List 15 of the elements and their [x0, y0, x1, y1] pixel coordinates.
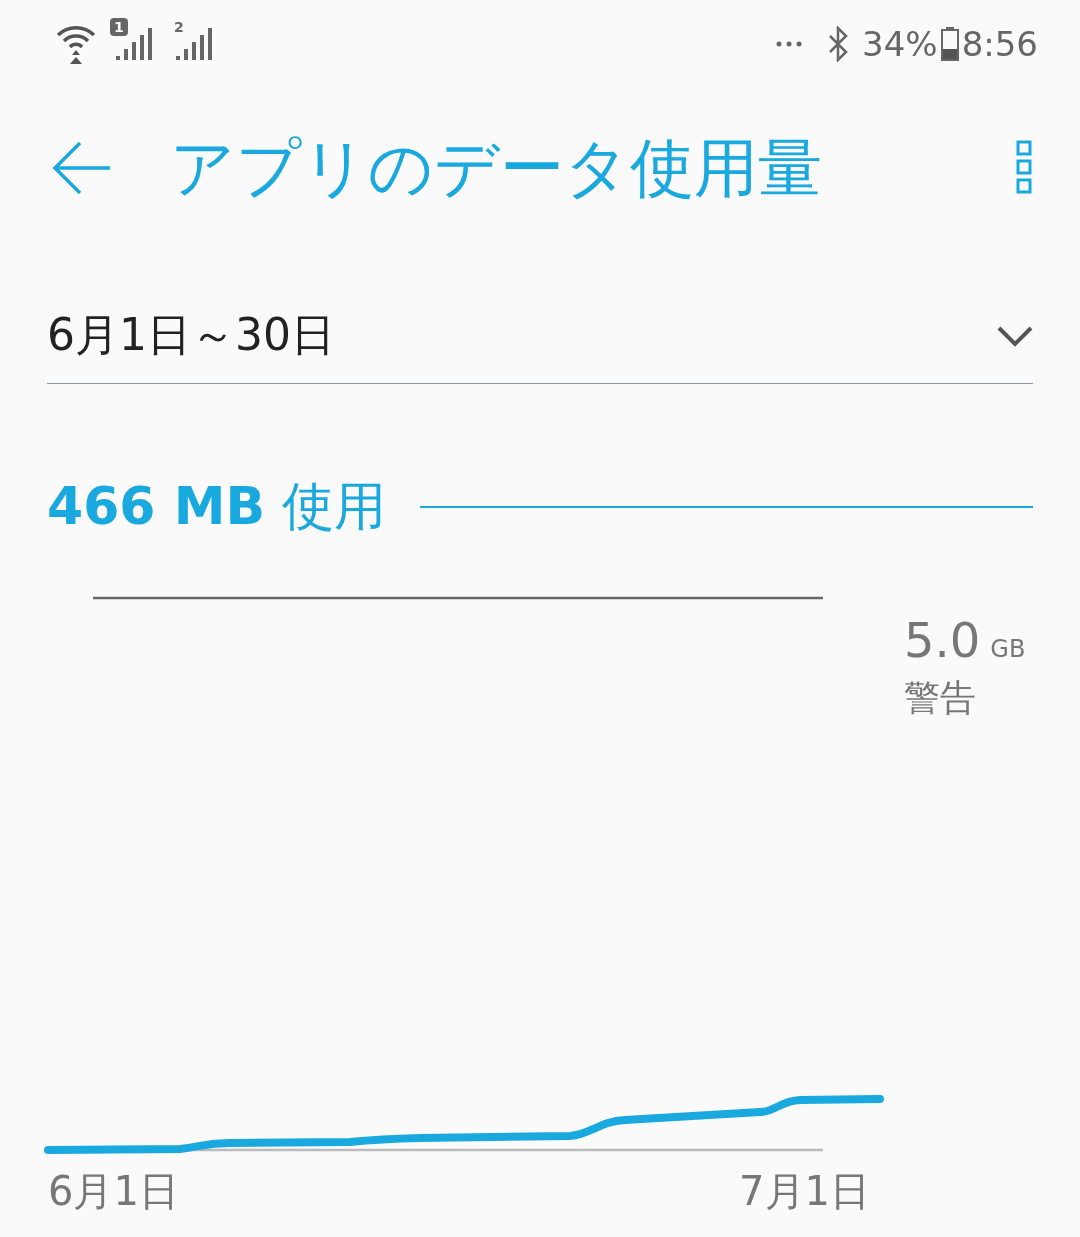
more-options-button[interactable] — [1016, 140, 1032, 196]
clock: 8:56 — [961, 24, 1038, 64]
axis-label: 7月1日 — [739, 1167, 870, 1216]
axis-label: 6月1日 — [48, 1167, 179, 1216]
battery-percent: 34% — [862, 24, 938, 64]
usage-amount: 466 MB 使用 — [47, 475, 386, 538]
warning-value: 5.0 GB — [904, 612, 1026, 668]
battery-icon — [939, 26, 960, 62]
back-button[interactable] — [52, 140, 112, 196]
warning-label: 警告 — [904, 676, 977, 720]
chevron-down-icon — [997, 324, 1033, 347]
wifi-icon — [56, 23, 96, 65]
period-dropdown[interactable]: 6月1日～30日 — [47, 296, 1033, 384]
more-notifications-icon — [776, 41, 803, 47]
page-title: アプリのデータ使用量 — [170, 129, 823, 207]
